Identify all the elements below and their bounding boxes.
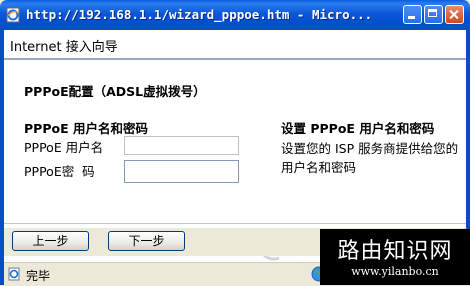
maximize-icon[interactable] — [424, 5, 443, 24]
section-title: PPPoE配置（ADSL虚拟拨号） — [24, 84, 206, 99]
password-label: PPPoE密 码 — [24, 164, 95, 179]
window-title: http://192.168.1.1/wizard_pppoe.htm - Mi… — [26, 7, 373, 22]
back-button[interactable]: 上一步 — [12, 231, 89, 251]
title-bar[interactable]: http://192.168.1.1/wizard_pppoe.htm - Mi… — [0, 0, 470, 30]
wizard-header: Internet 接入向导 — [4, 30, 466, 60]
wizard-title: Internet 接入向导 — [10, 40, 118, 55]
credentials-group-title: PPPoE 用户名和密码 — [24, 121, 148, 136]
wizard-page: Internet 接入向导 PPPoE配置（ADSL虚拟拨号） PPPoE 用户… — [4, 30, 466, 262]
help-title: 设置 PPPoE 用户名和密码 — [281, 121, 435, 136]
site-watermark: 路由知识网 www.yilanbo.cn — [320, 229, 470, 285]
divider — [4, 223, 466, 224]
minimize-icon[interactable] — [403, 5, 422, 24]
username-input[interactable] — [124, 136, 239, 155]
ie-page-icon — [6, 7, 20, 23]
username-label: PPPoE 用户名 — [24, 140, 104, 155]
watermark-title: 路由知识网 — [337, 239, 453, 264]
done-page-icon — [8, 267, 20, 281]
close-icon[interactable] — [445, 5, 464, 24]
help-text: 设置您的 ISP 服务商提供给您的用户名和密码 — [281, 141, 459, 175]
next-button[interactable]: 下一步 — [108, 231, 185, 251]
watermark-url: www.yilanbo.cn — [351, 265, 439, 278]
password-input[interactable] — [124, 160, 239, 183]
status-text: 完毕 — [26, 269, 51, 283]
